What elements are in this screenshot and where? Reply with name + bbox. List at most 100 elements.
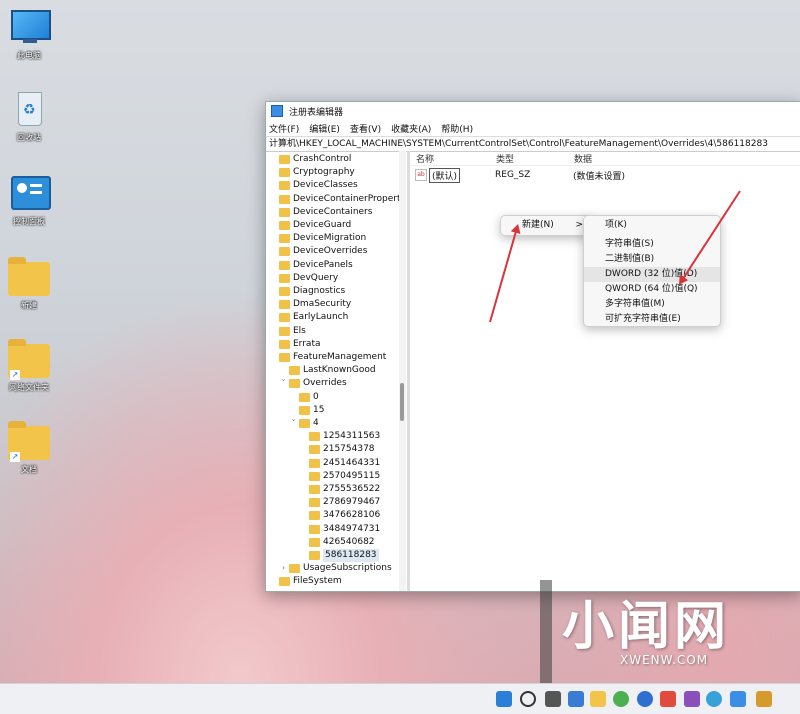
scrollbar-thumb[interactable] [400, 383, 404, 421]
tree-node[interactable]: 0 [289, 391, 319, 404]
folder-icon [309, 471, 320, 481]
desktop-icon-recycle-bin[interactable]: ♻ 回收站 [0, 90, 58, 143]
folder-icon [279, 273, 290, 283]
folder-icon [289, 564, 300, 574]
desktop-icon-this-pc[interactable]: 此电脑 [0, 8, 58, 61]
tree-node[interactable]: 2755536522 [299, 483, 380, 496]
tree-node[interactable]: DeviceContainers [269, 206, 372, 219]
column-data[interactable]: 数据 [574, 152, 592, 165]
tree-node-label: DmaSecurity [293, 299, 352, 310]
menu-help[interactable]: 帮助(H) [441, 122, 473, 135]
menu-view[interactable]: 查看(V) [350, 122, 381, 135]
start-icon[interactable] [496, 691, 512, 707]
tree-node[interactable]: DeviceMigration [269, 232, 366, 245]
title-bar[interactable]: 注册表编辑器 [266, 102, 800, 120]
tree-node[interactable]: Els [269, 325, 306, 338]
address-bar[interactable]: 计算机\HKEY_LOCAL_MACHINE\SYSTEM\CurrentCon… [266, 136, 800, 152]
tree-node[interactable]: FileSystem [269, 575, 342, 588]
tree-node[interactable]: DeviceContainerPropertyUpda [269, 193, 399, 206]
tree-scrollbar[interactable] [399, 151, 406, 591]
tree-node-label: 2570495115 [323, 470, 381, 481]
globe-icon[interactable] [706, 691, 722, 707]
regedit-taskbar-icon[interactable] [730, 691, 746, 707]
app-icon[interactable] [660, 691, 676, 707]
file-explorer-icon[interactable] [590, 691, 606, 707]
folder-icon [279, 339, 290, 349]
tree-node[interactable]: 586118283 [299, 549, 379, 562]
tree-node[interactable]: 2786979467 [299, 496, 380, 509]
tree-node[interactable]: DeviceClasses [269, 179, 358, 192]
submenu-item[interactable]: 项(K) [584, 218, 720, 233]
folder-icon [279, 181, 290, 191]
tree-node-label: DevQuery [293, 272, 339, 283]
value-row[interactable]: ab (默认) REG_SZ (数值未设置) [410, 167, 800, 183]
submenu-item[interactable]: QWORD (64 位)值(Q) [584, 282, 720, 297]
tree-node[interactable]: DeviceOverrides [269, 245, 367, 258]
registry-editor-window[interactable]: 注册表编辑器 文件(F) 编辑(E) 查看(V) 收藏夹(A) 帮助(H) 计算… [265, 101, 800, 592]
folder-icon [309, 498, 320, 508]
tree-node[interactable]: ˅ Overrides [279, 377, 347, 390]
chevron-right-icon[interactable]: › [279, 562, 288, 575]
key-tree: CrashControl Cryptography DeviceClasses Dev… [266, 151, 399, 591]
tree-node[interactable]: 2451464331 [299, 457, 380, 470]
widgets-icon[interactable] [568, 691, 584, 707]
tree-node-label: Overrides [303, 378, 347, 389]
tree-node-label: 1254311563 [323, 431, 381, 442]
string-value-icon: ab [415, 169, 427, 181]
folder-icon [309, 511, 320, 521]
chevron-down-icon[interactable]: ˅ [279, 377, 288, 390]
tray-icon[interactable] [756, 691, 772, 707]
tree-node[interactable]: 2570495115 [299, 470, 380, 483]
tree-node[interactable]: Errata [269, 338, 321, 351]
office-icon[interactable] [684, 691, 700, 707]
folder-icon [279, 300, 290, 310]
folder-icon [299, 405, 310, 415]
tree-node[interactable]: ˅ 4 [289, 417, 319, 430]
tree-node[interactable]: DmaSecurity [269, 298, 351, 311]
chrome-icon[interactable] [613, 691, 629, 707]
desktop-icon-documents[interactable]: ↗ 文档 [0, 421, 58, 475]
tree-node[interactable]: LastKnownGood [279, 364, 376, 377]
folder-icon [279, 287, 290, 296]
tree-node[interactable]: 215754378 [299, 443, 375, 456]
folder-icon [279, 221, 290, 230]
menu-favorites[interactable]: 收藏夹(A) [391, 122, 431, 135]
tree-node[interactable]: DeviceGuard [269, 219, 351, 232]
desktop-icon-new-folder[interactable]: 新建 [0, 257, 58, 311]
folder-icon [289, 366, 300, 376]
desktop-icon-control-panel[interactable]: 控制面板 [0, 174, 58, 227]
tree-node[interactable]: 3476628106 [299, 509, 380, 522]
new-submenu: 项(K) 字符串值(S) 二进制值(B) DWORD (32 位)值(D) QWORD … [583, 215, 721, 327]
tree-node[interactable]: Cryptography [269, 166, 355, 179]
tree-node-label: 586118283 [323, 549, 379, 562]
tree-node[interactable]: › UsageSubscriptions [279, 562, 392, 575]
tree-node[interactable]: DevQuery [269, 272, 338, 285]
browser-icon[interactable] [637, 691, 653, 707]
menu-edit[interactable]: 编辑(E) [309, 122, 340, 135]
tree-node[interactable]: Diagnostics [269, 285, 345, 298]
submenu-item[interactable]: 可扩充字符串值(E) [584, 312, 720, 327]
tree-node[interactable]: DevicePanels [269, 259, 353, 272]
tree-node-label: FeatureManagement [293, 352, 387, 362]
search-icon[interactable] [520, 691, 536, 707]
tree-node[interactable]: CrashControl [269, 153, 351, 166]
submenu-item[interactable]: 多字符串值(M) [584, 297, 720, 312]
tree-node[interactable]: 1254311563 [299, 430, 380, 443]
tree-node-label: UsageSubscriptions [303, 563, 392, 574]
watermark-strip [540, 580, 552, 684]
tree-node[interactable]: 426540682 [299, 536, 375, 549]
column-name[interactable]: 名称 [410, 152, 496, 165]
tree-node[interactable]: FeatureManagement [269, 351, 386, 364]
task-view-icon[interactable] [545, 691, 561, 707]
tree-node-label: Cryptography [293, 167, 355, 178]
submenu-item[interactable]: DWORD (32 位)值(D) [584, 267, 720, 282]
tree-node[interactable]: 15 [289, 404, 324, 417]
tree-node[interactable]: EarlyLaunch [269, 311, 348, 324]
column-type[interactable]: 类型 [496, 152, 574, 165]
tree-node[interactable]: 3484974731 [299, 523, 380, 536]
chevron-down-icon[interactable]: ˅ [289, 417, 298, 430]
menu-file[interactable]: 文件(F) [269, 122, 299, 135]
tree-node-label: DeviceOverrides [293, 246, 368, 257]
desktop-icon-network-folder[interactable]: ↗ 网络文件夹 [0, 339, 58, 393]
watermark-title: 小闻网 [562, 597, 731, 657]
